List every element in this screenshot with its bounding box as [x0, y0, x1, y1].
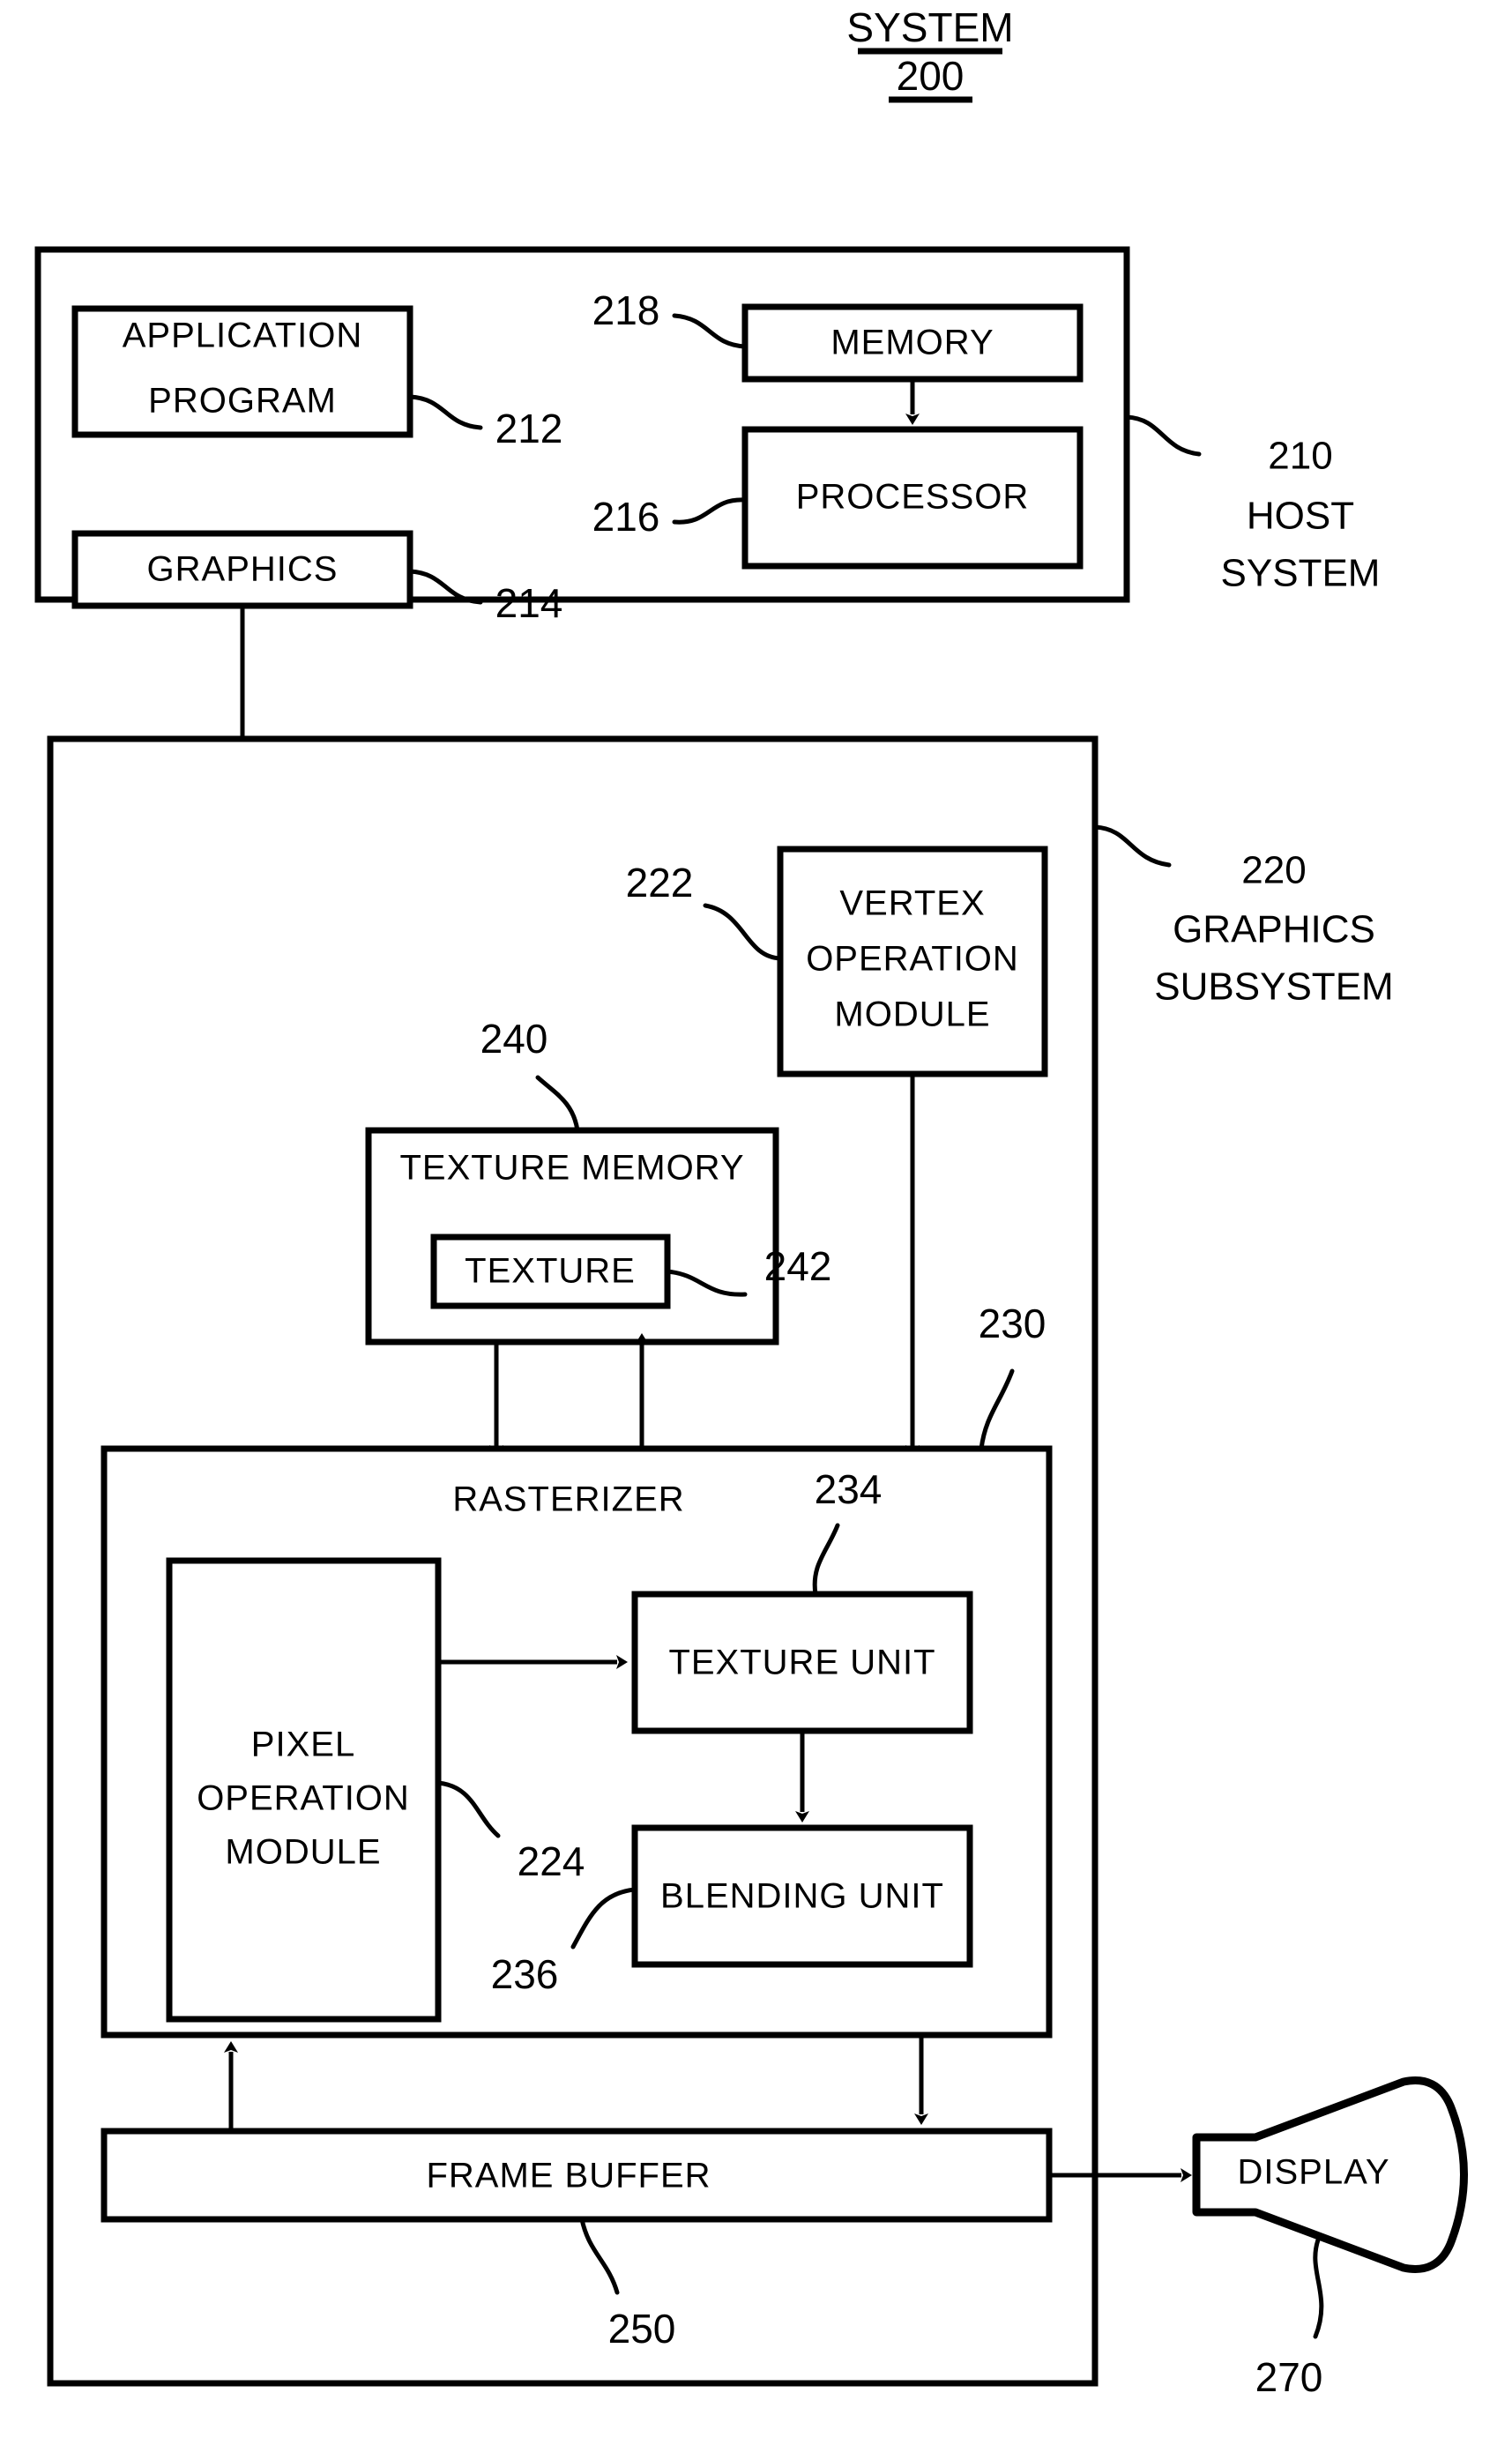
pixel-operation-module-line1: PIXEL	[251, 1726, 355, 1764]
display-label: DISPLAY	[1238, 2153, 1390, 2192]
application-program-label-line1: APPLICATION	[123, 317, 363, 355]
ref-270: 270	[1255, 2354, 1323, 2400]
texture-memory-label: TEXTURE MEMORY	[399, 1149, 744, 1188]
blending-unit-label: BLENDING UNIT	[660, 1877, 944, 1916]
processor-label: PROCESSOR	[796, 478, 1030, 517]
figure-canvas: SYSTEM 200 APPLICATION PROGRAM 212 GRAPH…	[34, 4, 1468, 2400]
ref-234: 234	[815, 1466, 883, 1512]
ref-218: 218	[592, 287, 660, 333]
figure-title: SYSTEM 200	[846, 4, 1014, 103]
pixel-operation-module-line2: OPERATION	[197, 1779, 410, 1818]
texture-unit-label: TEXTURE UNIT	[668, 1644, 935, 1682]
rasterizer-label: RASTERIZER	[452, 1480, 684, 1519]
ref-224: 224	[518, 1838, 585, 1884]
ref-216: 216	[592, 494, 660, 540]
figure-title-line2: 200	[897, 53, 965, 99]
leader-270	[1313, 2233, 1324, 2339]
graphics-subsystem-label-line1: GRAPHICS	[1173, 908, 1375, 951]
ref-210: 210	[1268, 435, 1332, 478]
pixel-operation-module-line3: MODULE	[225, 1833, 381, 1872]
texture-label: TEXTURE	[465, 1252, 636, 1291]
ref-240: 240	[480, 1016, 548, 1062]
ref-250: 250	[608, 2306, 676, 2352]
ref-212: 212	[495, 406, 563, 451]
ref-220: 220	[1241, 849, 1306, 892]
memory-label: MEMORY	[830, 324, 994, 362]
leader-220	[1092, 824, 1172, 868]
vertex-operation-module-line2: OPERATION	[806, 940, 1019, 979]
frame-buffer-label: FRAME BUFFER	[426, 2157, 711, 2195]
host-system-label-line1: HOST	[1247, 495, 1354, 538]
vertex-operation-module-line3: MODULE	[834, 995, 990, 1034]
leader-210	[1124, 414, 1202, 457]
ref-242: 242	[764, 1243, 832, 1289]
ref-214: 214	[495, 580, 563, 626]
graphics-subsystem-label-line2: SUBSYSTEM	[1154, 965, 1393, 1009]
ref-230: 230	[979, 1301, 1046, 1346]
graphics-label: GRAPHICS	[147, 550, 339, 589]
figure-title-line1: SYSTEM	[846, 4, 1013, 50]
ref-236: 236	[491, 1951, 559, 1997]
application-program-label-line2: PROGRAM	[148, 382, 337, 421]
vertex-operation-module-line1: VERTEX	[839, 884, 985, 923]
ref-222: 222	[626, 860, 694, 906]
host-system-label-line2: SYSTEM	[1221, 552, 1381, 595]
